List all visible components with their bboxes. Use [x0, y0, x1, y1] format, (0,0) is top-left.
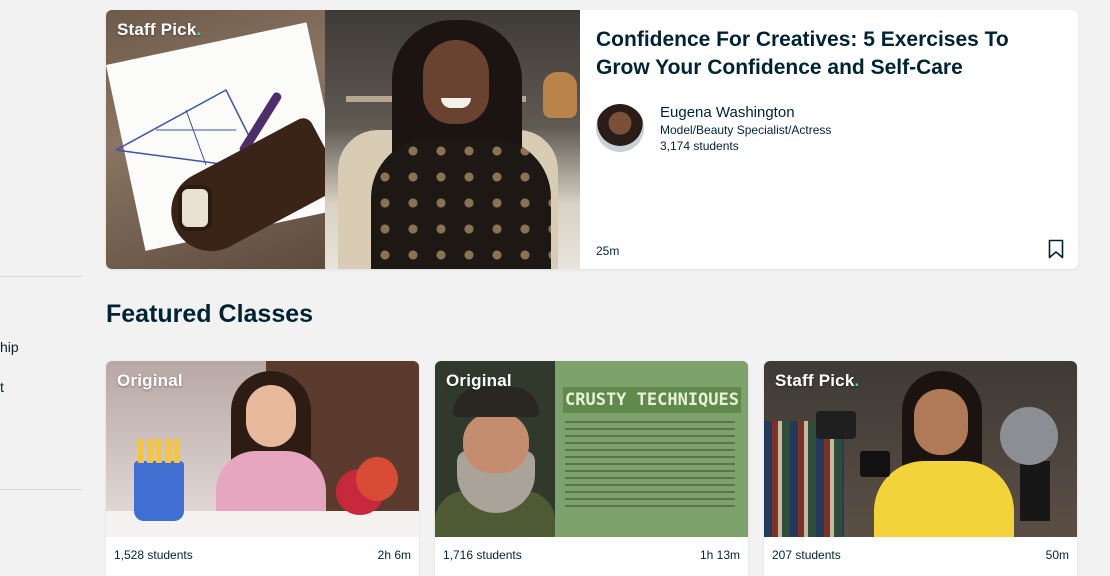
class-duration: 1h 13m — [699, 548, 740, 562]
hero-info: Confidence For Creatives: 5 Exercises To… — [580, 10, 1078, 269]
class-thumbnail[interactable]: CRUSTY TECHNIQUES Original — [435, 361, 748, 537]
class-duration: 25m — [596, 244, 620, 258]
student-count: 3,174 students — [660, 139, 739, 153]
teacher-role: Model/Beauty Specialist/Actress — [660, 123, 832, 137]
badge-label: Original — [117, 371, 183, 390]
class-thumbnail[interactable]: Original — [106, 361, 419, 537]
original-badge: Original — [117, 371, 183, 391]
poster-title-text: CRUSTY TECHNIQUES — [565, 390, 739, 410]
class-card[interactable]: CRUSTY TECHNIQUES Original 1,716 student… — [435, 361, 748, 576]
onion-character — [356, 457, 398, 501]
student-count: 207 students — [772, 548, 841, 562]
action-camera-illustration — [860, 451, 890, 477]
hero-class-card[interactable]: Staff Pick. Confidence For Creatives: 5 … — [106, 10, 1078, 269]
hero-thumbnail[interactable]: Staff Pick. — [106, 10, 580, 269]
watch-illustration — [178, 185, 212, 231]
badge-label: Original — [446, 371, 512, 390]
class-duration: 50m — [1045, 548, 1069, 562]
face-illustration — [423, 40, 489, 124]
microphone-illustration — [1000, 407, 1058, 465]
class-meta: 207 students 50m — [764, 537, 1077, 571]
badge-dot: . — [854, 371, 860, 390]
stand-illustration — [1020, 461, 1050, 521]
class-meta: 1,716 students 1h 13m — [435, 537, 748, 571]
teacher-name[interactable]: Eugena Washington — [660, 104, 795, 121]
staff-pick-badge: Staff Pick. — [117, 20, 201, 40]
class-title[interactable]: Confidence For Creatives: 5 Exercises To… — [596, 26, 1056, 82]
class-card[interactable]: Staff Pick. 207 students 50m — [764, 361, 1077, 576]
poster-title: CRUSTY TECHNIQUES — [563, 387, 741, 413]
teacher-avatar[interactable] — [596, 104, 644, 152]
face-illustration — [914, 389, 968, 455]
face-illustration — [463, 413, 529, 473]
vase-illustration — [543, 72, 577, 118]
section-title: Featured Classes — [106, 300, 314, 328]
body-illustration — [874, 461, 1014, 537]
sidebar: hip t — [0, 0, 82, 576]
badge-label: Staff Pick — [775, 371, 855, 390]
fries-character — [134, 439, 184, 521]
class-thumbnail[interactable]: Staff Pick. — [764, 361, 1077, 537]
original-badge: Original — [446, 371, 512, 391]
student-count: 1,528 students — [114, 548, 193, 562]
class-duration: 2h 6m — [377, 548, 411, 562]
poster-text — [565, 421, 735, 511]
class-card[interactable]: Original 1,528 students 2h 6m — [106, 361, 419, 576]
badge-label: Staff Pick — [117, 20, 197, 39]
student-count: 1,716 students — [443, 548, 522, 562]
badge-dot: . — [196, 20, 202, 39]
sidebar-divider — [0, 276, 82, 277]
camera-illustration — [816, 411, 856, 439]
sidebar-divider — [0, 489, 82, 490]
bookmark-icon[interactable] — [1048, 239, 1064, 259]
dress-pattern — [371, 138, 551, 269]
class-meta: 1,528 students 2h 6m — [106, 537, 419, 571]
face-illustration — [246, 385, 296, 447]
sidebar-item-membership[interactable]: hip — [0, 339, 19, 355]
hat-illustration — [453, 387, 539, 417]
sidebar-item-account[interactable]: t — [0, 379, 4, 395]
staff-pick-badge: Staff Pick. — [775, 371, 859, 391]
